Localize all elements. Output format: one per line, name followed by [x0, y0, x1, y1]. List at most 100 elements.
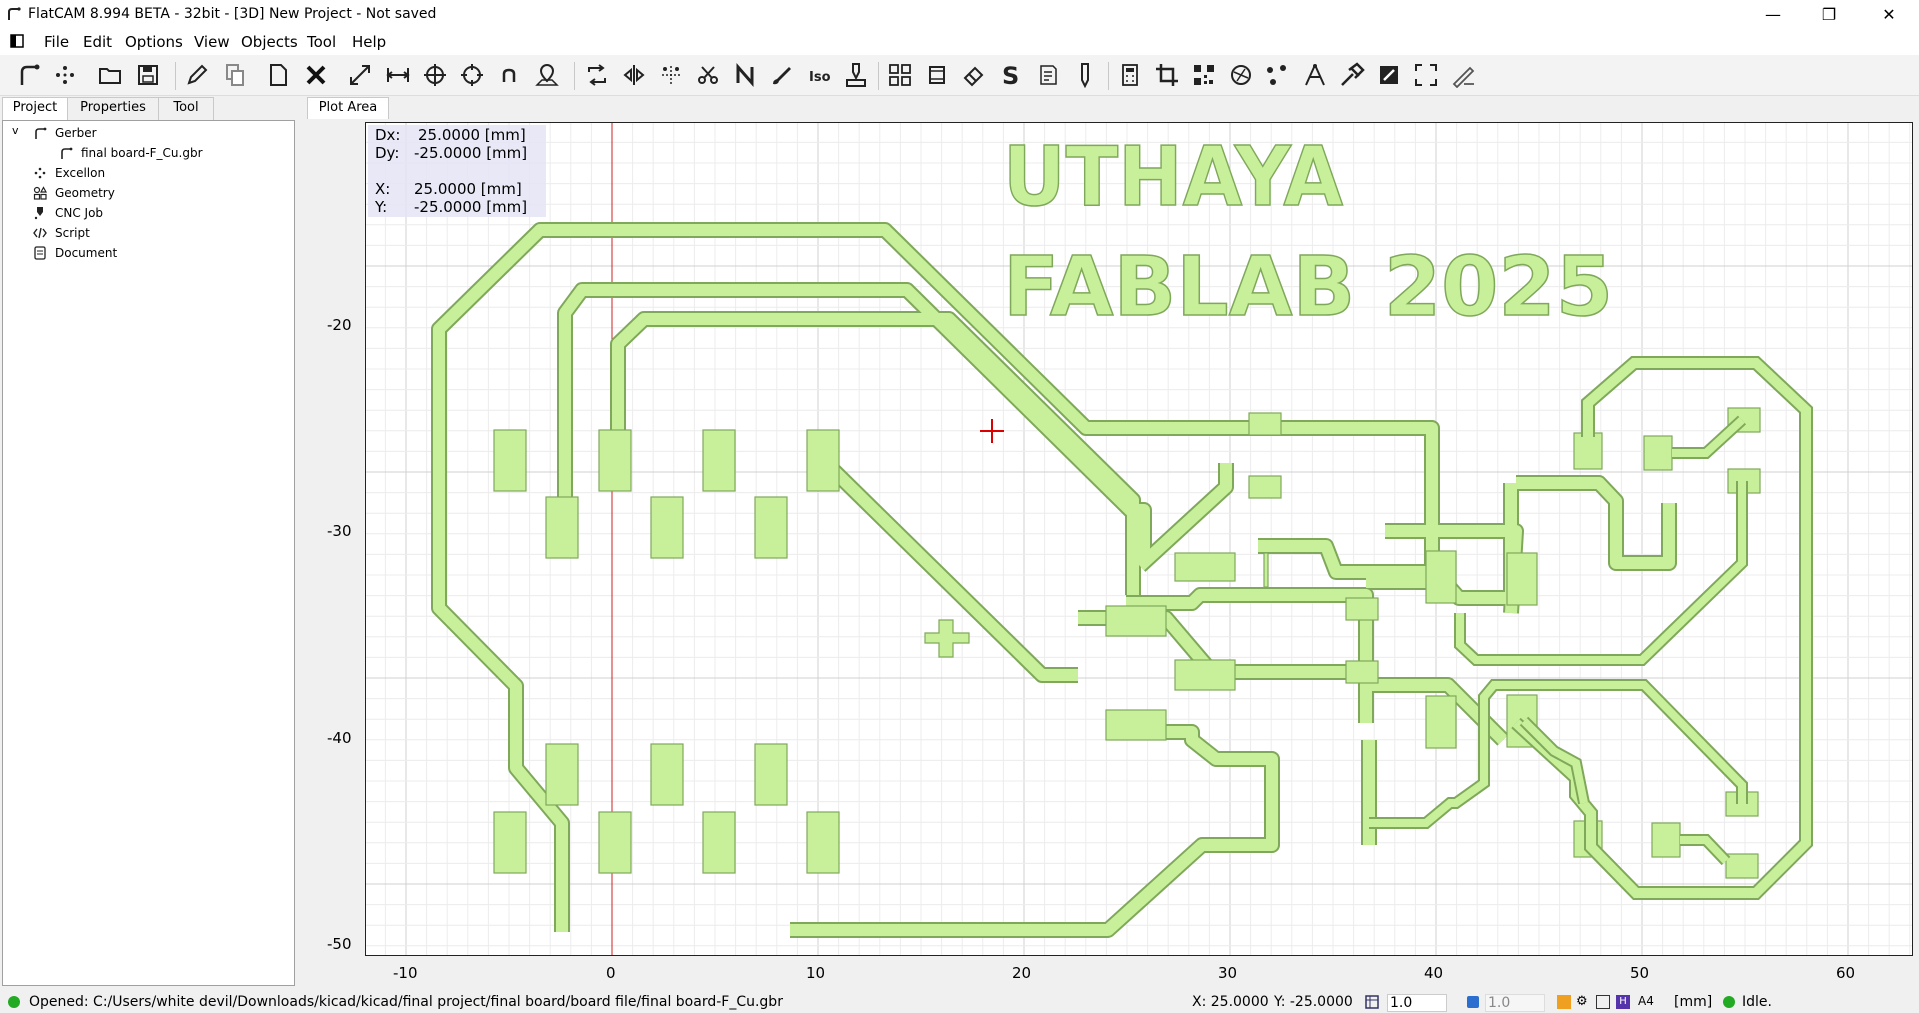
delete-icon[interactable] [301, 60, 331, 90]
paint-tool-icon[interactable] [767, 60, 797, 90]
copper-pad [1263, 552, 1269, 588]
menu-tool[interactable]: Tool [307, 33, 336, 51]
ncc-tool-icon[interactable] [730, 60, 760, 90]
collapse-arrow-icon[interactable]: v [12, 124, 19, 137]
y-tick-label: -40 [327, 729, 352, 747]
geometry-icon [33, 186, 47, 200]
invert-gerber-icon[interactable] [1374, 60, 1404, 90]
set-origin-icon[interactable] [420, 60, 450, 90]
plot-canvas[interactable]: UTHAYA FABLAB 2025 Dx: 25.0000 [mm] Dy: … [365, 122, 1913, 956]
copper-pad [598, 429, 632, 492]
etch-compensation-icon[interactable] [1448, 60, 1478, 90]
corners-tool-icon[interactable] [1411, 60, 1441, 90]
tree-item-cnc-job[interactable]: CNC Job [55, 206, 103, 220]
replot-icon[interactable] [582, 60, 612, 90]
minimize-button[interactable]: — [1744, 0, 1802, 29]
menu-edit[interactable]: Edit [83, 33, 112, 51]
y-value: -25.0000 [mm] [414, 198, 528, 216]
tree-item-script[interactable]: Script [55, 226, 90, 240]
new-document-icon[interactable] [263, 60, 293, 90]
copper-pad [493, 429, 527, 492]
open-gerber-icon[interactable] [14, 60, 44, 90]
tree-item-gerber-file[interactable]: final board-F_Cu.gbr [81, 146, 203, 160]
fiducials-icon[interactable] [1263, 60, 1293, 90]
save-project-icon[interactable] [133, 60, 163, 90]
menu-objects[interactable]: Objects [241, 33, 298, 51]
svg-text:S: S [1002, 62, 1019, 88]
paper-size-label[interactable]: A4 [1638, 994, 1654, 1008]
settings-gear-icon[interactable]: ⚙ [1576, 994, 1588, 1009]
copper-pad [650, 743, 684, 806]
tab-plot-area[interactable]: Plot Area [307, 97, 389, 119]
qrcode-icon[interactable] [1189, 60, 1219, 90]
drill-tool-icon[interactable] [841, 60, 871, 90]
isolation-tool-icon[interactable]: Iso [804, 60, 834, 90]
x-tick-label: 30 [1218, 964, 1238, 982]
rules-check-icon[interactable] [1033, 60, 1063, 90]
hud-icon[interactable]: H [1616, 995, 1630, 1009]
menu-options[interactable]: Options [125, 33, 183, 51]
flip-icon[interactable] [619, 60, 649, 90]
zoom-fit-icon[interactable] [345, 60, 375, 90]
copper-pad [754, 496, 788, 559]
open-project-icon[interactable] [95, 60, 125, 90]
calibration-icon[interactable] [1300, 60, 1330, 90]
copper-pad [1573, 432, 1603, 470]
activity-indicator-icon [1723, 996, 1735, 1008]
x-tick-label: 20 [1012, 964, 1032, 982]
open-excellon-icon[interactable] [50, 60, 80, 90]
grid-x-input[interactable]: 1.0 [1387, 994, 1447, 1012]
copper-pad [1248, 475, 1282, 499]
copper-thieving-icon[interactable] [1226, 60, 1256, 90]
x-tick-label: 0 [606, 964, 616, 982]
tab-tool[interactable]: Tool [158, 97, 214, 120]
film-tool-icon[interactable] [922, 60, 952, 90]
menu-file[interactable]: File [44, 33, 69, 51]
tab-project[interactable]: Project [2, 97, 68, 120]
console-icon[interactable] [1596, 995, 1610, 1009]
optimal-tool-icon[interactable] [1070, 60, 1100, 90]
locate-icon[interactable] [494, 60, 524, 90]
units-label[interactable]: [mm] [1674, 994, 1712, 1010]
tree-item-gerber[interactable]: Gerber [55, 126, 97, 140]
grid-lock-checkbox[interactable] [1467, 996, 1479, 1008]
jump-to-icon[interactable] [457, 60, 487, 90]
map-pin-icon[interactable] [532, 60, 562, 90]
distance-tool-icon[interactable] [383, 60, 413, 90]
copper-pad [806, 429, 840, 492]
status-message: Opened: C:/Users/white devil/Downloads/k… [29, 994, 783, 1010]
align-objects-icon[interactable] [656, 60, 686, 90]
grid-snap-icon[interactable] [1365, 995, 1379, 1009]
tab-properties[interactable]: Properties [67, 97, 159, 120]
x-axis: -10 0 10 20 30 40 50 60 [365, 958, 1911, 984]
sub-tool-icon[interactable]: S [996, 60, 1026, 90]
cutout-icon[interactable] [693, 60, 723, 90]
close-window-button[interactable]: ✕ [1860, 0, 1918, 29]
punch-gerber-icon[interactable] [1337, 60, 1367, 90]
copper-pad [702, 811, 736, 874]
panelize-icon[interactable] [885, 60, 915, 90]
status-bar: Opened: C:/Users/white devil/Downloads/k… [0, 992, 1919, 1013]
tree-item-geometry[interactable]: Geometry [55, 186, 115, 200]
dy-label: Dy: [375, 144, 400, 162]
tree-item-document[interactable]: Document [55, 246, 117, 260]
copper-pad [650, 496, 684, 559]
x-label: X: [375, 180, 391, 198]
calculator-icon[interactable] [1115, 60, 1145, 90]
shell-toggle-icon[interactable] [1557, 995, 1571, 1009]
document-icon [34, 246, 46, 260]
script-icon [33, 227, 47, 239]
maximize-button[interactable]: ❐ [1800, 0, 1858, 29]
tree-item-excellon[interactable]: Excellon [55, 166, 105, 180]
grid-y-input[interactable]: 1.0 [1485, 994, 1545, 1012]
solderpaste-icon[interactable] [959, 60, 989, 90]
copper-pad [1105, 709, 1167, 741]
crop-icon[interactable] [1152, 60, 1182, 90]
new-geometry-icon[interactable] [182, 60, 212, 90]
menu-help[interactable]: Help [352, 33, 386, 51]
sidebar-toggle-icon[interactable] [10, 34, 24, 48]
toolbar-separator [1108, 62, 1109, 90]
copy-object-icon[interactable] [220, 60, 250, 90]
app-state: Idle. [1742, 994, 1772, 1010]
menu-view[interactable]: View [194, 33, 230, 51]
